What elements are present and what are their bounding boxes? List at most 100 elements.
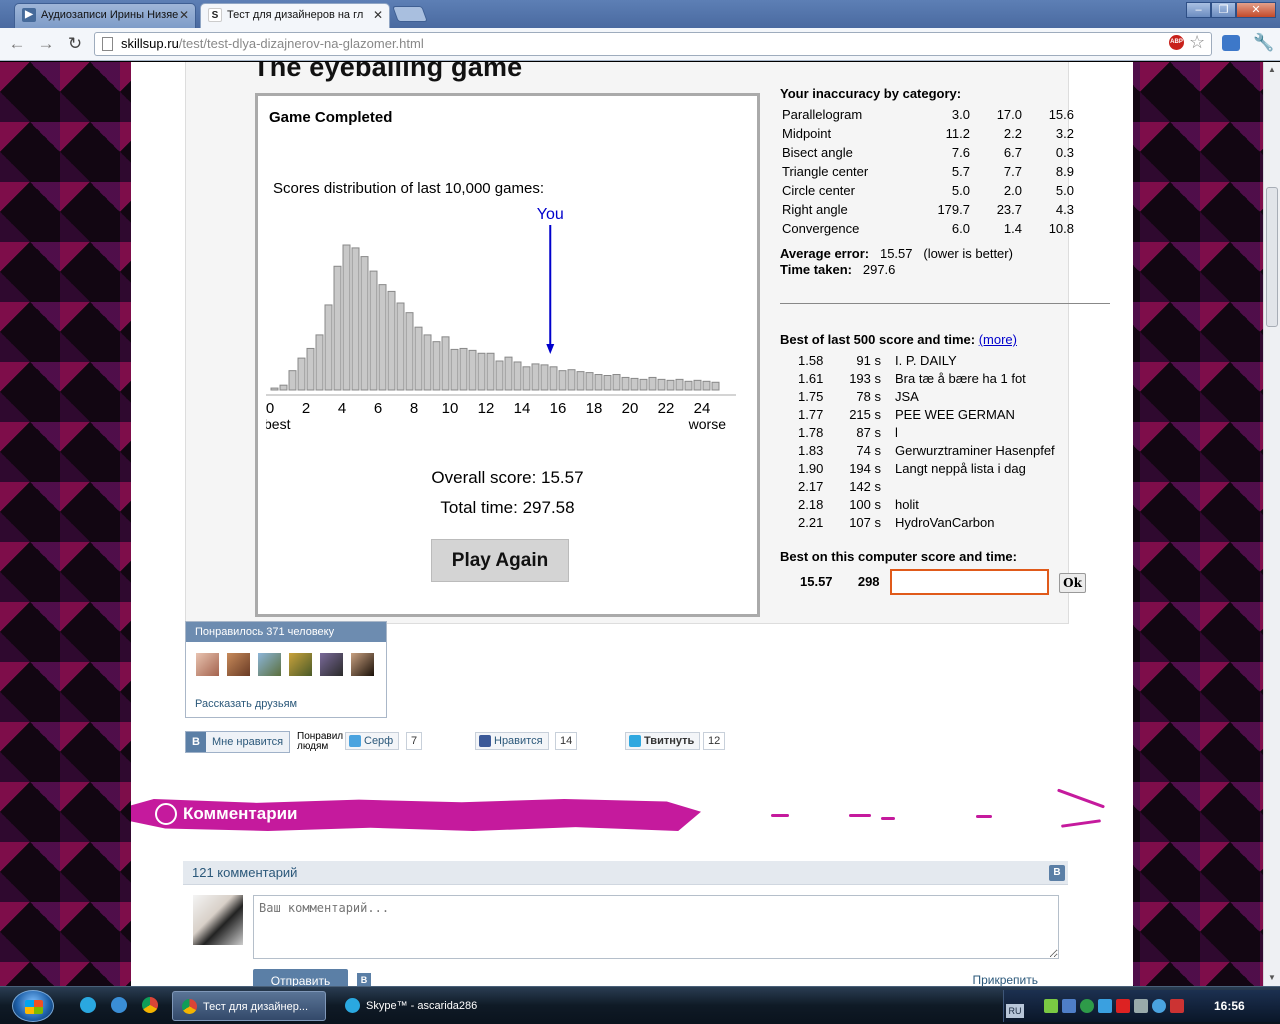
tweet-count: 12 (703, 732, 726, 750)
address-bar[interactable]: skillsup.ru/test/test-dlya-dizajnerov-na… (94, 32, 1212, 56)
tray-icon[interactable] (1098, 999, 1112, 1013)
window-controls: – ❐ ✕ (1186, 2, 1276, 18)
tell-friends-link[interactable]: Рассказать друзьям (195, 698, 297, 710)
comments-banner: Комментарии (131, 787, 1133, 837)
clock[interactable]: 16:56 (1214, 990, 1245, 1022)
x-tick-label: 18 (586, 400, 603, 417)
more-link[interactable]: (more) (979, 332, 1017, 347)
adblock-icon[interactable]: ABP (1169, 35, 1184, 50)
avatar[interactable] (289, 653, 312, 676)
ati-icon[interactable] (1116, 999, 1130, 1013)
tab-audio[interactable]: ▶ Аудиозаписи Ирины Низяе ✕ (14, 3, 196, 28)
best500-name: Langt neppå lista i dag (895, 460, 1026, 476)
facebook-count: 14 (555, 732, 578, 750)
avatar[interactable] (320, 653, 343, 676)
vk-popup-header: Понравилось 371 человеку (186, 622, 386, 642)
vk-like-button[interactable]: B Мне нравится (185, 731, 291, 753)
language-indicator[interactable]: RU (1006, 1004, 1024, 1018)
best-computer-score: 15.57 (800, 574, 833, 589)
distribution-bar (342, 244, 351, 391)
start-button[interactable] (12, 990, 54, 1022)
avatar[interactable] (258, 653, 281, 676)
scroll-down-icon[interactable]: ▼ (1264, 970, 1280, 986)
surf-count: 7 (406, 732, 423, 750)
distribution-bar (414, 326, 423, 391)
facebook-like-button[interactable]: Нравится (475, 732, 549, 750)
extension-icon[interactable] (1222, 35, 1240, 51)
category-value: 5.0 (951, 183, 970, 198)
category-value: 8.9 (1055, 164, 1074, 179)
comment-input[interactable] (253, 895, 1059, 959)
tab-test[interactable]: S Тест для дизайнеров на гл ✕ (200, 3, 390, 28)
chrome-icon (182, 999, 197, 1014)
best500-score: 1.61 (798, 370, 824, 386)
best500-time: 194 s (849, 460, 881, 476)
forward-button[interactable]: → (36, 34, 56, 54)
distribution-bar (324, 304, 333, 391)
vertical-scrollbar[interactable]: ▲ ▼ (1263, 62, 1280, 986)
avatar[interactable] (196, 653, 219, 676)
reload-button[interactable]: ↻ (65, 34, 85, 54)
game-title: The eyeballing game (253, 62, 523, 82)
distribution-bar (315, 334, 324, 391)
skype-icon[interactable] (80, 997, 96, 1013)
name-input[interactable] (890, 569, 1049, 595)
back-button[interactable]: ← (7, 34, 27, 54)
best500-name: Gerwurztraminer Hasenpfef (895, 442, 1055, 458)
avatar[interactable] (227, 653, 250, 676)
scrollbar-thumb[interactable] (1266, 187, 1278, 327)
distribution-bar (486, 352, 495, 391)
wrench-menu-icon[interactable]: 🔧 (1253, 33, 1274, 53)
tray-icon[interactable] (1044, 999, 1058, 1013)
distribution-bar (612, 374, 621, 391)
ok-button[interactable]: Ok (1059, 573, 1086, 593)
stats-panel: Your inaccuracy by category: Parallelogr… (780, 86, 1110, 278)
tray-icon[interactable] (1062, 999, 1076, 1013)
tweet-button[interactable]: Твитнуть (625, 732, 701, 750)
taskbar-chrome[interactable]: Тест для дизайнер... (172, 991, 326, 1021)
best500-name: l (895, 424, 898, 440)
play-icon: ▶ (22, 8, 36, 22)
best500-name: JSA (895, 388, 919, 404)
x-tick-label: 8 (410, 400, 418, 417)
you-marker-label: You (537, 206, 564, 223)
windows-logo-icon (25, 1000, 43, 1014)
new-tab-button[interactable] (392, 6, 428, 22)
tray-icon[interactable] (1152, 999, 1166, 1013)
distribution-bar (531, 363, 540, 391)
category-value: 179.7 (937, 202, 970, 217)
qip-icon[interactable] (111, 997, 127, 1013)
distribution-bar (459, 347, 468, 391)
vk-logo-icon: B (1049, 865, 1065, 881)
skype-icon (345, 998, 360, 1013)
surf-share-button[interactable]: Серф (345, 732, 400, 750)
chrome-icon[interactable] (142, 997, 158, 1013)
tweet-label: Твитнуть (644, 735, 695, 747)
distribution-bar (666, 379, 675, 391)
close-window-button[interactable]: ✕ (1236, 2, 1276, 18)
best500-time: 87 s (856, 424, 881, 440)
distribution-bar (594, 374, 603, 391)
best500-time: 193 s (849, 370, 881, 386)
avatar[interactable] (351, 653, 374, 676)
best-500-section: Best of last 500 score and time: (more) … (780, 332, 1110, 531)
category-value: 6.7 (1003, 145, 1022, 160)
close-tab-icon[interactable]: ✕ (179, 4, 189, 26)
maximize-button[interactable]: ❐ (1211, 2, 1236, 18)
volume-icon[interactable] (1134, 999, 1148, 1013)
best500-name: PEE WEE GERMAN (895, 406, 1015, 422)
close-tab-icon[interactable]: ✕ (373, 4, 383, 26)
attach-link[interactable]: Прикрепить (972, 973, 1038, 986)
play-again-button[interactable]: Play Again (431, 539, 569, 582)
scroll-up-icon[interactable]: ▲ (1264, 62, 1280, 78)
best500-score: 1.58 (798, 352, 824, 368)
minimize-button[interactable]: – (1186, 2, 1211, 18)
tray-icon[interactable] (1080, 999, 1094, 1013)
distribution-bar (360, 256, 369, 391)
send-comment-button[interactable]: Отправить (253, 969, 348, 986)
taskbar-skype[interactable]: Skype™ - ascarida286 (336, 991, 490, 1021)
tray-icon[interactable] (1170, 999, 1184, 1013)
category-table: Parallelogram 3.0 17.0 15.6 Midpoint 11.2 2.2 3… (780, 105, 1074, 238)
x-tick-label: 14 (514, 400, 531, 417)
bookmark-star-icon[interactable]: ☆ (1189, 32, 1205, 53)
